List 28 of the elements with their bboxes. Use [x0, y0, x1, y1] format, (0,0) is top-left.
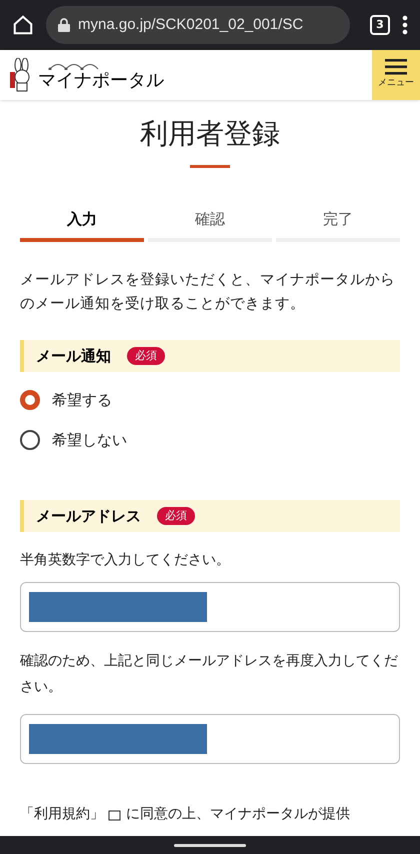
required-badge: 必須 [127, 347, 165, 365]
tab-count[interactable]: 3 [370, 15, 390, 35]
input-field[interactable] [20, 714, 400, 764]
lock-icon [58, 18, 70, 32]
hint-text: 確認のため、上記と同じメールアドレスを再度入力してください。 [19, 652, 399, 697]
hint-text: 半角英数字で入力してください。 [19, 551, 231, 570]
page-title: 利用者登録 [140, 116, 280, 152]
title-underline [190, 165, 230, 168]
menu-button[interactable]: メニュー [372, 50, 420, 100]
required-badge: 必須 [157, 507, 195, 525]
radio-option[interactable]: 希望する [20, 388, 400, 412]
site-logo-text[interactable]: マイナポータル [38, 70, 164, 92]
section-heading: メール通知 [36, 346, 111, 367]
section-heading: メールアドレス [36, 506, 141, 527]
more-icon[interactable] [402, 15, 408, 35]
home-icon[interactable] [12, 14, 34, 36]
input-field[interactable] [20, 582, 400, 632]
radio-option[interactable]: 希望しない [20, 428, 400, 452]
address-bar[interactable]: myna.go.jp/SCK0201_02_001/SC [46, 6, 350, 44]
radio-button[interactable] [20, 390, 40, 410]
home-indicator[interactable] [174, 844, 246, 846]
intro-paragraph: メールアドレスを登録いただくと、マイナポータルからのメール通知を受け取ることができます。 [19, 270, 396, 314]
radio-button[interactable] [20, 430, 40, 450]
menu-icon [385, 59, 407, 76]
terms-link[interactable]: 「利用規約」 [20, 804, 104, 825]
url-text: myna.go.jp/SCK0201_02_001/SC [78, 14, 304, 35]
external-link-icon [108, 808, 122, 820]
terms-text: に同意の上、マイナポータルが提供 [126, 805, 350, 824]
